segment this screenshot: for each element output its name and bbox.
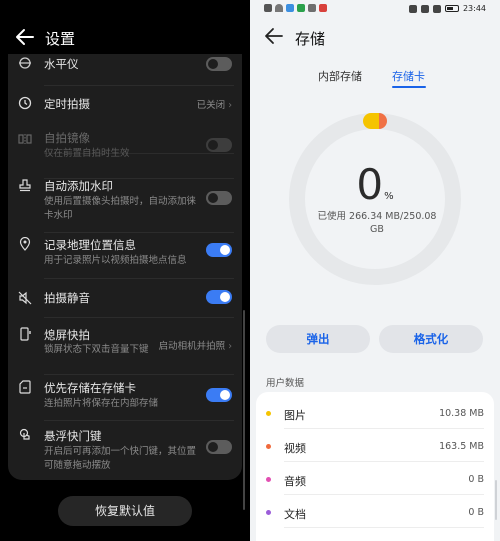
floating-shutter-toggle[interactable]	[206, 440, 232, 454]
setting-title: 熄屏快拍	[44, 328, 90, 342]
setting-title: 悬浮快门键	[44, 429, 102, 443]
sim-icon	[264, 4, 272, 12]
setting-subtitle: 锁屏状态下双击音量下键	[44, 344, 149, 355]
tab-internal-storage[interactable]: 内部存储	[318, 68, 362, 84]
setting-save-to-card[interactable]: 优先存储在存储卡 连拍照片将保存在内部存储	[8, 374, 242, 421]
tab-sd-card[interactable]: 存储卡	[392, 68, 425, 84]
signal-icon	[432, 4, 441, 13]
list-item-videos[interactable]: 视频 163.5 MB	[256, 429, 494, 462]
videos-color-dot	[266, 444, 271, 449]
settings-header: 设置	[0, 22, 250, 54]
scrollbar[interactable]	[495, 480, 497, 520]
setting-subtitle: 开启后可再添加一个快门键，其位置可随意拖动摆放	[44, 446, 197, 471]
list-item-images[interactable]: 图片 10.38 MB	[256, 396, 494, 429]
app-notification-icon	[308, 4, 316, 12]
battery-icon	[444, 5, 459, 12]
setting-title: 自拍镜像	[44, 131, 90, 145]
status-time: 23:44	[462, 4, 486, 13]
list-item-documents[interactable]: 文档 0 B	[256, 495, 494, 528]
setting-subtitle: 用于记录照片以视频拍摄地点信息	[44, 255, 187, 266]
bluetooth-icon	[420, 4, 429, 13]
timer-icon	[18, 96, 32, 110]
section-user-data: 用户数据	[266, 378, 305, 389]
nfc-icon	[408, 4, 417, 13]
mirror-icon	[18, 134, 32, 144]
setting-title: 自动添加水印	[44, 179, 113, 193]
used-capacity-text: 已使用 266.34 MB/250.08 GB	[317, 211, 437, 235]
status-bar: 23:44	[250, 0, 500, 18]
mute-icon	[18, 291, 32, 305]
setting-title: 水平仪	[44, 57, 79, 71]
user-data-list: 图片 10.38 MB 视频 163.5 MB 音频 0 B 文档 0 B	[256, 392, 494, 541]
format-button[interactable]: 格式化	[379, 325, 483, 353]
documents-color-dot	[266, 510, 271, 515]
ring-fill-marker	[363, 113, 387, 129]
setting-subtitle: 使用后置摄像头拍摄时，自动添加徕卡水印	[44, 196, 197, 221]
setting-mute[interactable]: 拍摄静音	[8, 278, 242, 318]
level-toggle[interactable]	[206, 57, 232, 71]
setting-title: 记录地理位置信息	[44, 238, 136, 252]
camera-settings-screen: 设置 水平仪 定时拍摄 已关闭 › 自拍镜像 仅在前置自拍时生效 自动添加水印 …	[0, 0, 250, 541]
page-title: 存储	[295, 30, 326, 48]
watermark-toggle[interactable]	[206, 191, 232, 205]
list-item-audio[interactable]: 音频 0 B	[256, 462, 494, 495]
location-pin-icon	[19, 237, 31, 251]
quick-snap-value: 启动相机并拍照 ›	[158, 341, 232, 352]
setting-timer[interactable]: 定时拍摄 已关闭 ›	[8, 86, 242, 154]
audio-color-dot	[266, 477, 271, 482]
scrollbar[interactable]	[243, 310, 245, 510]
usage-percent: 0%	[356, 160, 394, 209]
setting-title: 拍摄静音	[44, 291, 90, 305]
back-arrow-icon[interactable]	[264, 26, 284, 46]
level-icon	[19, 57, 31, 69]
storage-screen: 23:44 存储 内部存储 存储卡 0% 已使用 266.34 MB/250.0…	[250, 0, 500, 541]
wifi-icon	[275, 4, 283, 12]
chevron-right-icon: ›	[228, 341, 232, 352]
storage-tabs: 内部存储 存储卡	[250, 68, 500, 90]
setting-level[interactable]: 水平仪	[8, 54, 242, 86]
setting-watermark[interactable]: 自动添加水印 使用后置摄像头拍摄时，自动添加徕卡水印	[8, 178, 242, 234]
active-tab-indicator	[392, 86, 426, 88]
reset-defaults-button[interactable]: 恢复默认值	[58, 496, 192, 526]
images-color-dot	[266, 411, 271, 416]
selfie-mirror-toggle[interactable]	[206, 138, 232, 152]
sd-card-icon	[19, 380, 31, 394]
setting-location[interactable]: 记录地理位置信息 用于记录照片以视频拍摄地点信息	[8, 234, 242, 284]
setting-quick-snap[interactable]: 熄屏快拍 锁屏状态下双击音量下键 启动相机并拍照 ›	[8, 318, 242, 375]
setting-subtitle: 仅在前置自拍时生效	[44, 148, 130, 159]
page-title: 设置	[45, 30, 76, 48]
save-to-card-toggle[interactable]	[206, 388, 232, 402]
setting-title: 定时拍摄	[44, 97, 90, 111]
app-notification-icon	[319, 4, 327, 12]
eject-button[interactable]: 弹出	[266, 325, 370, 353]
setting-selfie-mirror[interactable]: 自拍镜像 仅在前置自拍时生效	[8, 122, 242, 179]
app-notification-icon	[286, 4, 294, 12]
timer-value: 已关闭 ›	[196, 100, 232, 111]
setting-floating-shutter[interactable]: 悬浮快门键 开启后可再添加一个快门键，其位置可随意拖动摆放	[8, 420, 242, 480]
phone-side-icon	[20, 327, 31, 341]
chevron-right-icon: ›	[228, 100, 232, 111]
back-arrow-icon[interactable]	[14, 26, 36, 48]
settings-list: 水平仪 定时拍摄 已关闭 › 自拍镜像 仅在前置自拍时生效 自动添加水印 使用后…	[8, 54, 242, 480]
location-toggle[interactable]	[206, 243, 232, 257]
app-notification-icon	[297, 4, 305, 12]
mute-toggle[interactable]	[206, 290, 232, 304]
touch-icon	[19, 428, 30, 440]
setting-subtitle: 连拍照片将保存在内部存储	[44, 398, 159, 409]
stamp-icon	[19, 179, 31, 192]
setting-title: 优先存储在存储卡	[44, 381, 136, 395]
